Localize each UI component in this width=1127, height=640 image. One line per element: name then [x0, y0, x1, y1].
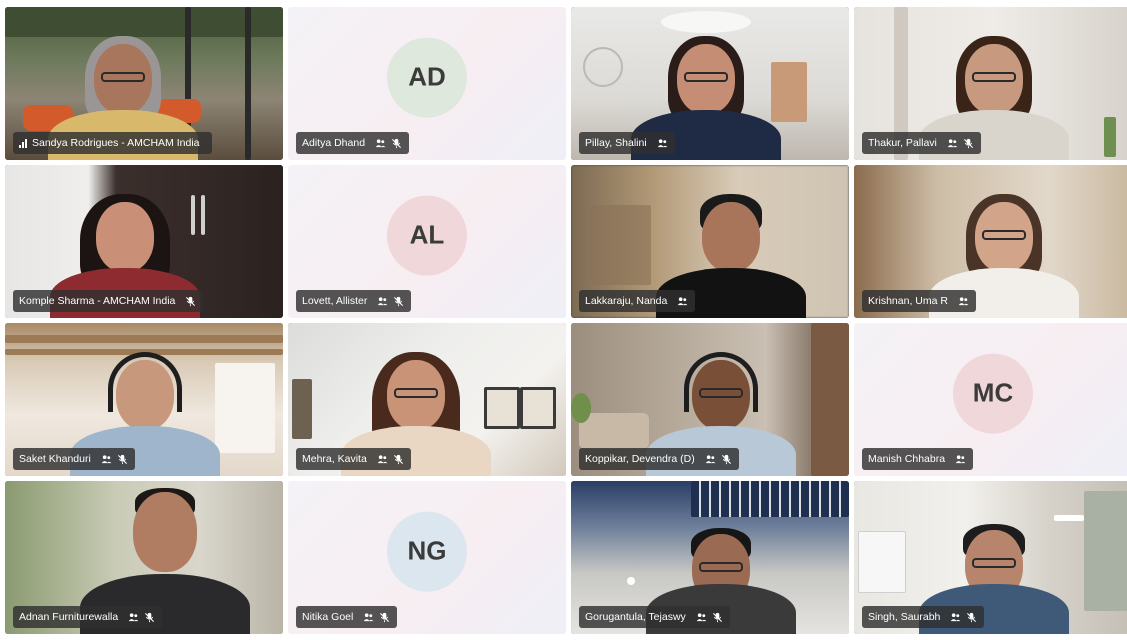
participant-tile[interactable]: Saket Khanduri [5, 323, 283, 476]
participant-name: Pillay, Shalini [585, 137, 647, 149]
mic-off-icon[interactable] [184, 295, 197, 308]
name-label: Sandya Rodrigues - AMCHAM India [13, 132, 212, 154]
name-label: Komple Sharma - AMCHAM India [13, 290, 204, 312]
participant-tile[interactable]: Singh, Saurabh [854, 481, 1127, 634]
mic-off-icon[interactable] [390, 137, 403, 150]
people-icon [656, 137, 669, 150]
participant-tile-speaking[interactable]: Pillay, Shalini [571, 7, 849, 160]
participant-name: Thakur, Pallavi [868, 137, 937, 149]
mic-off-icon[interactable] [965, 611, 978, 624]
people-icon [100, 453, 113, 466]
participant-name: Komple Sharma - AMCHAM India [19, 295, 176, 307]
participant-name: Aditya Dhand [302, 137, 366, 149]
participant-tile[interactable]: Thakur, Pallavi [854, 7, 1127, 160]
people-icon [676, 295, 689, 308]
mic-off-icon[interactable] [962, 137, 975, 150]
people-icon [704, 453, 717, 466]
people-icon [695, 611, 708, 624]
participant-name: Mehra, Kavita [302, 453, 367, 465]
name-label: Gorugantula, Tejaswy [579, 606, 730, 628]
mic-off-icon[interactable] [392, 453, 405, 466]
name-label: Adnan Furniturewalla [13, 606, 163, 628]
participant-name: Singh, Saurabh [868, 611, 941, 623]
people-icon [362, 611, 375, 624]
mic-off-icon[interactable] [720, 453, 733, 466]
name-label: Pillay, Shalini [579, 132, 675, 154]
participant-tile[interactable]: Gorugantula, Tejaswy [571, 481, 849, 634]
people-icon [376, 453, 389, 466]
name-label: Nitika Goel [296, 606, 398, 628]
participant-name: Gorugantula, Tejaswy [585, 611, 686, 623]
participant-tile[interactable]: Mehra, Kavita [288, 323, 566, 476]
people-icon [127, 611, 140, 624]
name-label: Aditya Dhand [296, 132, 410, 154]
mic-off-icon[interactable] [711, 611, 724, 624]
avatar: AD [387, 37, 467, 118]
participant-name: Nitika Goel [302, 611, 354, 623]
participant-tile[interactable]: AD Aditya Dhand [288, 7, 566, 160]
avatar: MC [953, 353, 1033, 434]
mic-off-icon[interactable] [392, 295, 405, 308]
participant-name: Krishnan, Uma R [868, 295, 948, 307]
participant-name: Adnan Furniturewalla [19, 611, 119, 623]
participant-tile[interactable]: Koppikar, Devendra (D) [571, 323, 849, 476]
participant-name: Sandya Rodrigues - AMCHAM India [32, 137, 200, 149]
participant-name: Manish Chhabra [868, 453, 946, 465]
participant-tile[interactable]: Komple Sharma - AMCHAM India [5, 165, 283, 318]
avatar: AL [387, 195, 467, 276]
participant-name: Lovett, Allister [302, 295, 368, 307]
video-grid: Sandya Rodrigues - AMCHAM India AD Adity… [5, 7, 1127, 635]
people-icon [946, 137, 959, 150]
mic-off-icon[interactable] [116, 453, 129, 466]
name-label: Koppikar, Devendra (D) [579, 448, 739, 470]
people-icon [374, 137, 387, 150]
name-label: Lovett, Allister [296, 290, 412, 312]
participant-name: Lakkaraju, Nanda [585, 295, 668, 307]
participant-tile[interactable]: MC Manish Chhabra [854, 323, 1127, 476]
avatar: NG [387, 511, 467, 592]
signal-icon [19, 138, 27, 148]
name-label: Mehra, Kavita [296, 448, 411, 470]
name-label: Krishnan, Uma R [862, 290, 976, 312]
people-icon [949, 611, 962, 624]
mic-off-icon[interactable] [143, 611, 156, 624]
name-label: Lakkaraju, Nanda [579, 290, 696, 312]
people-icon [954, 453, 967, 466]
participant-tile[interactable]: AL Lovett, Allister [288, 165, 566, 318]
participant-name: Koppikar, Devendra (D) [585, 453, 695, 465]
name-label: Manish Chhabra [862, 448, 974, 470]
participant-tile[interactable]: Lakkaraju, Nanda [571, 165, 849, 318]
participant-name: Saket Khanduri [19, 453, 91, 465]
mic-off-icon[interactable] [378, 611, 391, 624]
name-label: Thakur, Pallavi [862, 132, 981, 154]
people-icon [957, 295, 970, 308]
participant-tile[interactable]: Krishnan, Uma R [854, 165, 1127, 318]
name-label: Saket Khanduri [13, 448, 135, 470]
people-icon [376, 295, 389, 308]
name-label: Singh, Saurabh [862, 606, 985, 628]
participant-tile[interactable]: Adnan Furniturewalla [5, 481, 283, 634]
participant-tile[interactable]: NG Nitika Goel [288, 481, 566, 634]
participant-tile[interactable]: Sandya Rodrigues - AMCHAM India [5, 7, 283, 160]
